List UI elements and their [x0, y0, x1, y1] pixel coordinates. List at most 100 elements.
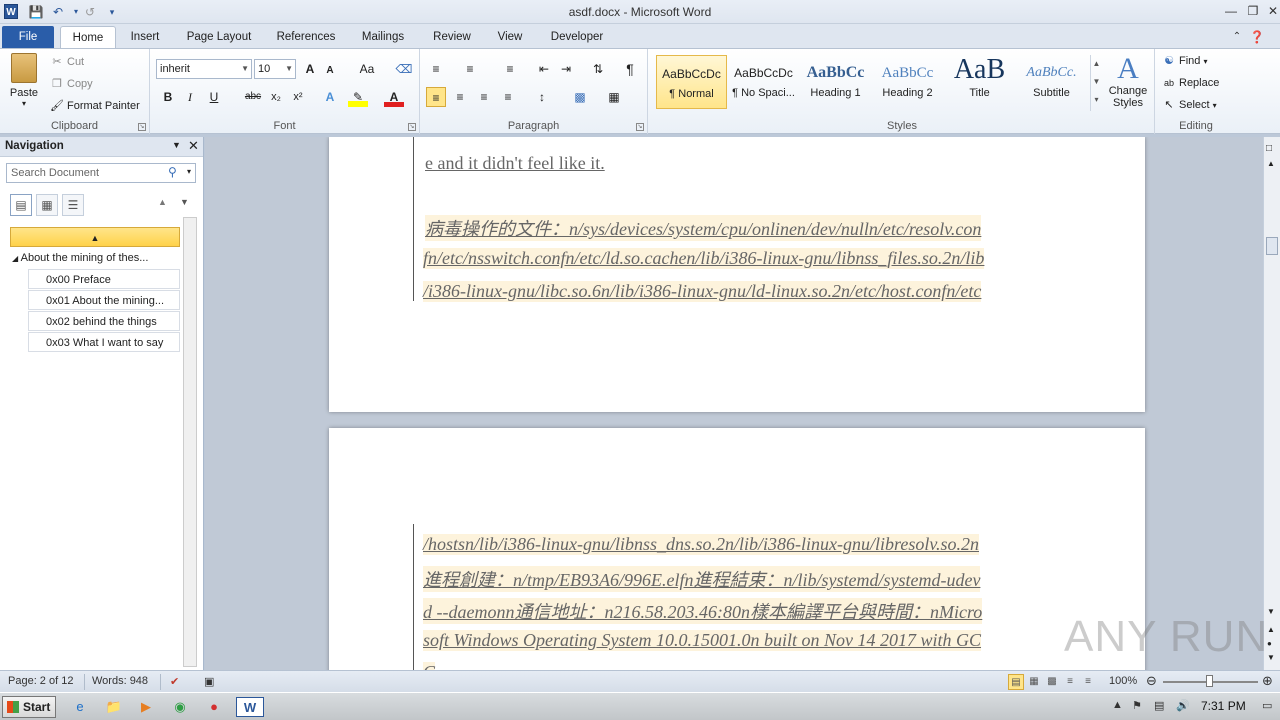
- tab-page-layout[interactable]: Page Layout: [180, 26, 258, 48]
- close-icon[interactable]: ✕: [188, 138, 199, 154]
- list-item[interactable]: ▲: [10, 227, 180, 247]
- tab-developer[interactable]: Developer: [542, 26, 612, 48]
- document-line[interactable]: C: [423, 662, 436, 670]
- previous-heading-icon[interactable]: ▲: [158, 197, 167, 207]
- style-subtitle[interactable]: AaBbCc. Subtitle: [1016, 55, 1087, 109]
- document-line[interactable]: fn/etc/nsswitch.confn/etc/ld.so.cachen/l…: [423, 248, 985, 269]
- select-button[interactable]: ↖ Select ▾: [1162, 98, 1216, 112]
- volume-icon[interactable]: 🔊: [1176, 699, 1190, 712]
- security-app-icon[interactable]: ●: [204, 697, 224, 717]
- multilevel-list-icon[interactable]: ≡: [500, 59, 520, 79]
- style-normal[interactable]: AaBbCcDc ¶ Normal: [656, 55, 727, 109]
- navigation-scrollbar[interactable]: [183, 217, 197, 667]
- list-item[interactable]: ◢ About the mining of thes...: [10, 248, 180, 268]
- internet-explorer-icon[interactable]: e: [70, 697, 90, 717]
- font-family-combo[interactable]: inherit ▼: [156, 59, 252, 79]
- scroll-up-icon[interactable]: ▲: [1267, 159, 1275, 168]
- clear-formatting-icon[interactable]: ⌫: [394, 59, 414, 79]
- align-right-icon[interactable]: ≡: [474, 87, 494, 107]
- font-size-combo[interactable]: 10 ▼: [254, 59, 296, 79]
- full-screen-view-icon[interactable]: ▦: [1026, 674, 1042, 690]
- paste-button[interactable]: Paste ▾: [6, 53, 42, 109]
- change-styles-button[interactable]: A Change Styles: [1105, 53, 1151, 110]
- results-view-icon[interactable]: ☰: [62, 194, 84, 216]
- change-case-button[interactable]: Aa: [354, 59, 380, 79]
- file-explorer-icon[interactable]: 📁: [104, 697, 124, 717]
- show-hidden-icons-icon[interactable]: ▲: [1112, 699, 1123, 711]
- format-painter-button[interactable]: 🖌 Format Painter: [50, 99, 140, 113]
- list-item[interactable]: 0x02 behind the things: [28, 311, 180, 331]
- pages-view-icon[interactable]: ▦: [36, 194, 58, 216]
- sort-icon[interactable]: ⇅: [588, 59, 608, 79]
- start-button[interactable]: Start: [2, 696, 56, 718]
- chrome-icon[interactable]: ◉: [170, 697, 190, 717]
- web-layout-view-icon[interactable]: ▩: [1044, 674, 1060, 690]
- align-center-icon[interactable]: ≡: [450, 87, 470, 107]
- help-icon[interactable]: ❓: [1246, 28, 1268, 46]
- ribbon-minimize-icon[interactable]: ⌃: [1226, 28, 1248, 46]
- tab-home[interactable]: Home: [60, 26, 116, 48]
- search-icon[interactable]: ⚲: [168, 165, 177, 179]
- line-spacing-icon[interactable]: ↕: [532, 87, 552, 107]
- document-line[interactable]: e and it didn't feel like it.: [425, 153, 605, 174]
- font-launcher-icon[interactable]: ↘: [408, 123, 416, 131]
- style-heading-1[interactable]: AaBbCc Heading 1: [800, 55, 871, 109]
- network-icon[interactable]: ▤: [1154, 699, 1164, 712]
- document-line[interactable]: 進程創建：n/tmp/EB93A6/996E.elfn進程結束：n/lib/sy…: [423, 566, 981, 592]
- restore-button[interactable]: ❐: [1242, 2, 1264, 20]
- scroll-down-icon[interactable]: ▼: [1267, 607, 1275, 616]
- action-center-flag-icon[interactable]: ⚑: [1132, 699, 1142, 712]
- decrease-indent-icon[interactable]: ⇤: [534, 59, 554, 79]
- list-item[interactable]: 0x03 What I want to say: [28, 332, 180, 352]
- word-count[interactable]: Words: 948: [92, 675, 148, 687]
- next-page-icon[interactable]: ▼: [1267, 653, 1275, 662]
- bold-button[interactable]: B: [158, 87, 178, 107]
- draft-view-icon[interactable]: ≡: [1080, 674, 1096, 690]
- styles-scroll[interactable]: ▲ ▼ ▾: [1090, 55, 1102, 111]
- document-line[interactable]: /i386-linux-gnu/libc.so.6n/lib/i386-linu…: [423, 281, 982, 302]
- document-line[interactable]: 病毒操作的文件：n/sys/devices/system/cpu/onlinen…: [425, 215, 982, 241]
- justify-icon[interactable]: ≡: [498, 87, 518, 107]
- tab-mailings[interactable]: Mailings: [354, 26, 412, 48]
- tab-references[interactable]: References: [270, 26, 342, 48]
- show-formatting-button[interactable]: ¶: [620, 59, 640, 79]
- cut-button[interactable]: ✂ Cut: [50, 55, 84, 69]
- superscript-button[interactable]: x²: [288, 87, 308, 107]
- proofing-icon[interactable]: ✔: [170, 675, 179, 688]
- scroll-thumb[interactable]: [1266, 237, 1278, 255]
- grow-font-button[interactable]: A: [300, 59, 320, 79]
- tab-view[interactable]: View: [490, 26, 530, 48]
- tab-file[interactable]: File: [2, 26, 54, 48]
- list-item[interactable]: 0x00 Preface: [28, 269, 180, 289]
- zoom-in-icon[interactable]: ⊕: [1262, 673, 1273, 689]
- outline-view-icon[interactable]: ≡: [1062, 674, 1078, 690]
- macro-record-icon[interactable]: ▣: [204, 675, 214, 688]
- underline-button[interactable]: U: [204, 87, 224, 107]
- bullets-icon[interactable]: ≡: [426, 59, 446, 79]
- italic-button[interactable]: I: [180, 87, 200, 107]
- vertical-scrollbar[interactable]: □ ▲ ▼ ▲ ● ▼: [1263, 137, 1280, 670]
- increase-indent-icon[interactable]: ⇥: [556, 59, 576, 79]
- ruler-toggle-icon[interactable]: □: [1266, 143, 1272, 154]
- media-player-icon[interactable]: ▶: [136, 697, 156, 717]
- tab-review[interactable]: Review: [426, 26, 478, 48]
- strikethrough-button[interactable]: abc: [240, 87, 266, 107]
- print-layout-view-icon[interactable]: ▤: [1008, 674, 1024, 690]
- style-title[interactable]: AaB Title: [944, 55, 1015, 109]
- clock[interactable]: 7:31 PM: [1201, 699, 1246, 713]
- subscript-button[interactable]: x₂: [266, 87, 286, 107]
- document-line[interactable]: d --daemonn通信地址：n216.58.203.46:80n樣本編譯平台…: [423, 598, 983, 624]
- show-desktop-icon[interactable]: ▭: [1262, 699, 1272, 712]
- style-heading-2[interactable]: AaBbCc Heading 2: [872, 55, 943, 109]
- text-effects-icon[interactable]: A: [320, 87, 340, 107]
- replace-button[interactable]: ab Replace: [1162, 76, 1219, 90]
- list-item[interactable]: 0x01 About the mining...: [28, 290, 180, 310]
- headings-view-icon[interactable]: ▤: [10, 194, 32, 216]
- clipboard-launcher-icon[interactable]: ↘: [138, 123, 146, 131]
- document-line[interactable]: soft Windows Operating System 10.0.15001…: [423, 630, 982, 651]
- style-no-spacing[interactable]: AaBbCcDc ¶ No Spaci...: [728, 55, 799, 109]
- zoom-out-icon[interactable]: ⊖: [1146, 673, 1157, 689]
- numbering-icon[interactable]: ≡: [460, 59, 480, 79]
- paragraph-launcher-icon[interactable]: ↘: [636, 123, 644, 131]
- previous-page-icon[interactable]: ▲: [1267, 625, 1275, 634]
